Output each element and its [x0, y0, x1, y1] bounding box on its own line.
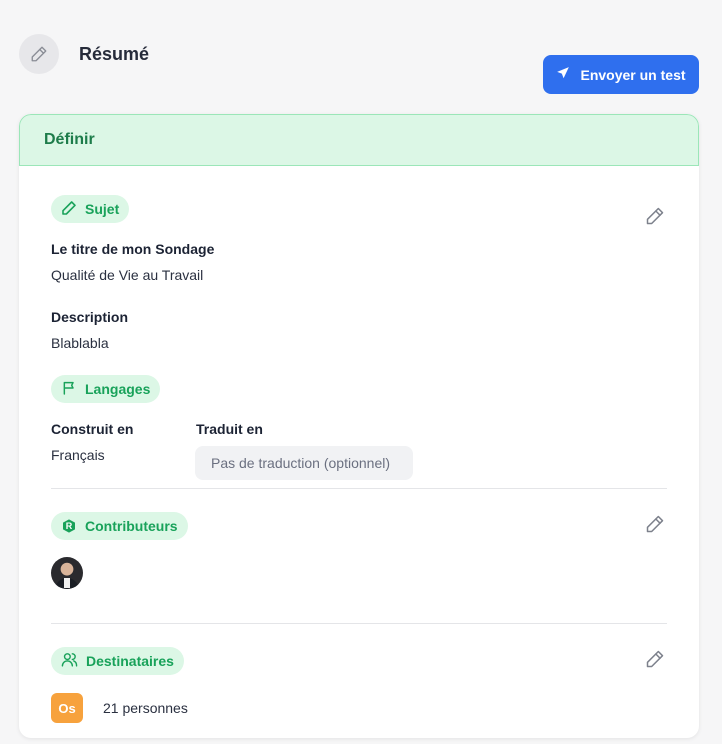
translated-label: Traduit en — [196, 421, 263, 437]
survey-title-value: Qualité de Vie au Travail — [51, 267, 204, 283]
edit-recipients-button[interactable] — [644, 648, 666, 670]
section-header-define: Définir — [19, 114, 699, 166]
org-badge: Os — [51, 693, 83, 723]
divider — [51, 488, 667, 489]
send-test-label: Envoyer un test — [580, 66, 686, 83]
shield-icon: R — [61, 518, 77, 534]
contributor-badge-letter: R — [65, 521, 73, 531]
pill-languages: Langages — [51, 375, 161, 403]
summary-pencil-icon — [19, 34, 59, 74]
pill-recipients: Destinataires — [51, 647, 184, 675]
pencil-icon — [61, 200, 77, 219]
send-test-button[interactable]: Envoyer un test — [543, 55, 699, 94]
pill-subject-label: Sujet — [85, 201, 120, 217]
flag-icon — [61, 380, 77, 399]
send-icon — [556, 66, 570, 83]
pill-contributors-label: Contributeurs — [85, 518, 178, 534]
description-value: Blablabla — [51, 335, 109, 351]
recipients-count: 21 personnes — [103, 700, 188, 716]
users-icon — [61, 651, 78, 671]
pill-recipients-label: Destinataires — [86, 653, 174, 669]
built-in-label: Construit en — [51, 421, 134, 437]
edit-subject-button[interactable] — [644, 205, 666, 227]
edit-contributors-button[interactable] — [644, 513, 666, 535]
translation-field[interactable]: Pas de traduction (optionnel) — [195, 446, 413, 480]
divider — [51, 623, 667, 624]
pill-languages-label: Langages — [85, 381, 151, 397]
pill-contributors: R Contributeurs — [51, 512, 188, 540]
summary-card: Définir Sujet Le titre de mon Sondage Qu… — [19, 114, 699, 738]
survey-title-label: Le titre de mon Sondage — [51, 241, 215, 257]
built-in-value: Français — [51, 447, 105, 463]
description-label: Description — [51, 309, 129, 325]
contributor-avatar[interactable] — [51, 557, 83, 589]
page-title: Résumé — [79, 44, 150, 64]
pill-subject: Sujet — [51, 195, 130, 223]
